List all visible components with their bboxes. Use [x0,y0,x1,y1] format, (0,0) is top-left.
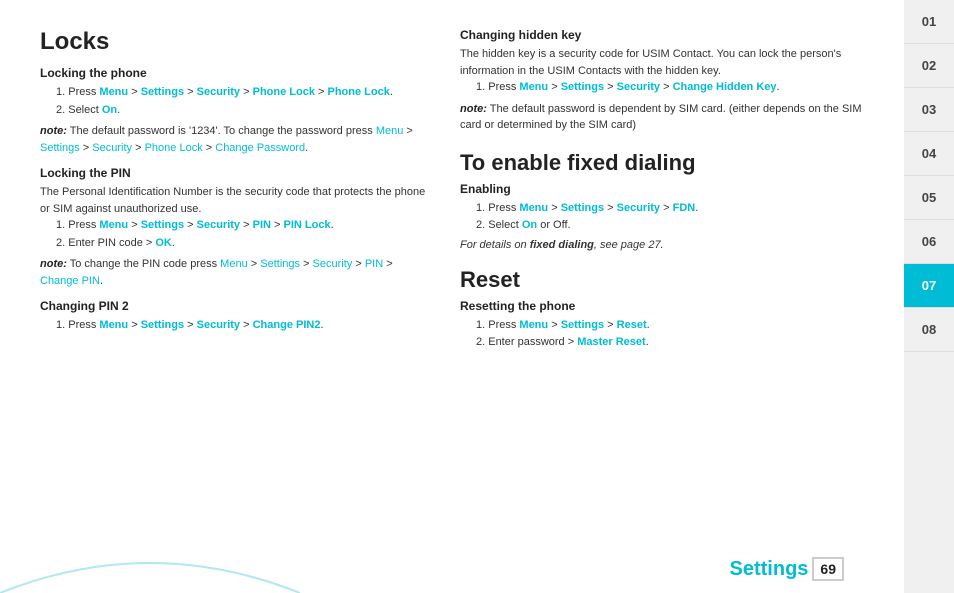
sidebar-item-04[interactable]: 04 [904,132,954,176]
sidebar-item-07[interactable]: 07 [904,264,954,308]
section-changing-pin2: Changing PIN 2 1. Press Menu > Settings … [40,299,430,335]
security-link: Security [197,86,240,98]
fixed-dialing-title: To enable fixed dialing [460,150,874,176]
on-fdn-link: On [522,219,537,231]
right-column: Changing hidden key The hidden key is a … [460,28,874,573]
security-hk-link: Security [617,81,660,93]
footer-page-number: 69 [812,557,844,581]
note-locking-pin: note: To change the PIN code press Menu … [40,256,430,289]
change-password-link: Change Password [215,142,305,154]
menu-hk-link: Menu [519,81,548,93]
menu-pin-link: Menu [99,219,128,231]
note-hidden-key: note: The default password is dependent … [460,101,874,134]
change-pin2-link: Change PIN2 [253,319,321,331]
settings-pin2-link: Settings [141,319,184,331]
note-locking-phone: note: The default password is '1234'. To… [40,123,430,156]
section-heading-locking-phone: Locking the phone [40,66,430,80]
section-heading-changing-pin2: Changing PIN 2 [40,299,430,313]
security-fdn-link: Security [617,202,660,214]
menu-fdn-link: Menu [519,202,548,214]
step-2-fdn: 2. Select On or Off. [460,217,874,235]
chapter-sidebar: 01 02 03 04 05 06 07 08 [904,0,954,593]
menu-pin2-link: Menu [99,319,128,331]
settings-reset-link: Settings [561,319,604,331]
sidebar-item-06[interactable]: 06 [904,220,954,264]
section-locking-pin: Locking the PIN The Personal Identificat… [40,166,430,289]
page-footer: Settings 69 [730,557,844,581]
section-heading-enabling: Enabling [460,182,874,196]
phone-lock-note-link: Phone Lock [145,142,203,154]
note-label: note: [40,125,67,137]
step-2-lock-phone: 2. Select On. [40,102,430,120]
ok-link: OK [155,237,172,249]
section-locking-phone: Locking the phone 1. Press Menu > Settin… [40,66,430,156]
step-1-hidden-key: 1. Press Menu > Settings > Security > Ch… [460,79,874,97]
menu-reset-link: Menu [519,319,548,331]
page-title: Locks [40,28,430,56]
settings-link: Settings [141,86,184,98]
footer-settings-label: Settings [730,558,809,581]
settings-fdn-link: Settings [561,202,604,214]
settings-pin-link: Settings [141,219,184,231]
fdn-link: FDN [673,202,696,214]
section-fixed-dialing: To enable fixed dialing Enabling 1. Pres… [460,150,874,251]
main-content: Locks Locking the phone 1. Press Menu > … [0,0,904,593]
sidebar-item-05[interactable]: 05 [904,176,954,220]
section-reset: Reset Resetting the phone 1. Press Menu … [460,267,874,352]
settings-pin-note-link: Settings [260,258,300,270]
security-pin-link: Security [197,219,240,231]
note-label-hk: note: [460,103,487,115]
sidebar-item-08[interactable]: 08 [904,308,954,352]
step-1-reset: 1. Press Menu > Settings > Reset. [460,317,874,335]
sidebar-item-01[interactable]: 01 [904,0,954,44]
settings-hk-link: Settings [561,81,604,93]
phone-lock-link: Phone Lock [253,86,315,98]
section-heading-locking-pin: Locking the PIN [40,166,430,180]
master-reset-link: Master Reset [577,336,645,348]
security-note-link: Security [92,142,132,154]
sidebar-item-02[interactable]: 02 [904,44,954,88]
pin-description: The Personal Identification Number is th… [40,184,430,217]
step-1-fdn: 1. Press Menu > Settings > Security > FD… [460,200,874,218]
sidebar-item-03[interactable]: 03 [904,88,954,132]
settings-note-link: Settings [40,142,80,154]
section-heading-reset: Resetting the phone [460,299,874,313]
phone-lock-link2: Phone Lock [328,86,390,98]
on-link: On [102,104,117,116]
reset-title: Reset [460,267,874,293]
section-heading-hidden-key: Changing hidden key [460,28,874,42]
menu-link: Menu [99,86,128,98]
step-1-pin2: 1. Press Menu > Settings > Security > Ch… [40,317,430,335]
step-1-lock-phone: 1. Press Menu > Settings > Security > Ph… [40,84,430,102]
step-2-lock-pin: 2. Enter PIN code > OK. [40,235,430,253]
left-column: Locks Locking the phone 1. Press Menu > … [40,28,430,573]
fixed-dialing-note: For details on fixed dialing, see page 2… [460,239,874,251]
change-hidden-key-link: Change Hidden Key [673,81,777,93]
hidden-key-description: The hidden key is a security code for US… [460,46,874,79]
note-label-pin: note: [40,258,67,270]
step-2-reset: 2. Enter password > Master Reset. [460,334,874,352]
fixed-dialing-italic: fixed dialing [530,239,594,251]
security-pin2-link: Security [197,319,240,331]
reset-link: Reset [617,319,647,331]
pin-note-link: PIN [365,258,383,270]
security-pin-note-link: Security [313,258,353,270]
menu-note-link: Menu [376,125,404,137]
pin-link: PIN [253,219,271,231]
step-1-lock-pin: 1. Press Menu > Settings > Security > PI… [40,217,430,235]
change-pin-link: Change PIN [40,275,100,287]
menu-pin-note-link: Menu [220,258,248,270]
pin-lock-link: PIN Lock [284,219,331,231]
section-hidden-key: Changing hidden key The hidden key is a … [460,28,874,134]
